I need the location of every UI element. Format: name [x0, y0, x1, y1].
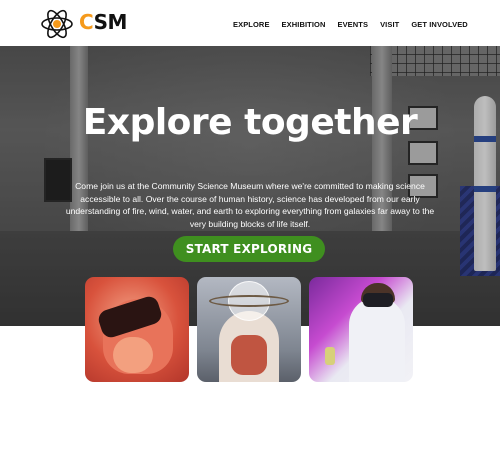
atom-icon[interactable] [40, 7, 74, 41]
card-lab-vr-image[interactable] [309, 277, 413, 382]
site-header: CSM EXPLORE EXHIBITION EVENTS VISIT GET … [0, 0, 500, 46]
nav-get-involved[interactable]: GET INVOLVED [411, 20, 467, 29]
vr-headset [363, 293, 393, 307]
lab-person [349, 297, 405, 382]
card-anatomy-model-image[interactable] [197, 277, 301, 382]
logo-letters-sm: SM [93, 10, 128, 34]
child-face [113, 337, 153, 373]
logo-wordmark[interactable]: CSM [79, 10, 127, 34]
nav-visit[interactable]: VISIT [380, 20, 399, 29]
hero-description: Come join us at the Community Science Mu… [65, 181, 435, 229]
hero-title: Explore together [82, 102, 418, 143]
main-nav: EXPLORE EXHIBITION EVENTS VISIT GET INVO… [233, 20, 480, 29]
logo-letter-c: C [79, 10, 94, 34]
anatomy-organs [231, 335, 267, 375]
card-child-vr-image[interactable] [85, 277, 189, 382]
start-exploring-button[interactable]: START EXPLORING [173, 236, 325, 262]
anatomy-hat-brim [209, 295, 289, 307]
lab-flask [325, 347, 335, 365]
nav-exhibition[interactable]: EXHIBITION [282, 20, 326, 29]
nav-explore[interactable]: EXPLORE [233, 20, 270, 29]
nav-events[interactable]: EVENTS [337, 20, 368, 29]
